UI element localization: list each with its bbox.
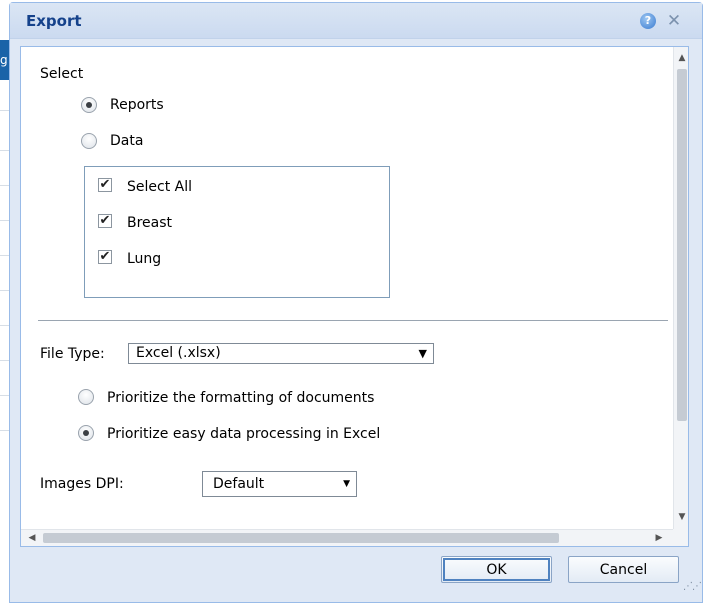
background-row-line	[0, 325, 9, 326]
background-row-line	[0, 360, 9, 361]
ok-button[interactable]: OK	[441, 556, 552, 583]
scrollbar-corner	[673, 529, 688, 546]
select-label: Select	[40, 66, 84, 82]
background-row-line	[0, 395, 9, 396]
background-row-line	[0, 150, 9, 151]
help-icon[interactable]: ?	[640, 13, 656, 29]
dialog-titlebar[interactable]: Export ? ✕	[10, 3, 702, 39]
chevron-down-icon: ▼	[418, 347, 427, 360]
file-type-label: File Type:	[40, 346, 105, 362]
cancel-button[interactable]: Cancel	[568, 556, 679, 583]
checkbox-lung[interactable]: ✔	[98, 250, 112, 264]
radio-reports-label[interactable]: Reports	[110, 97, 164, 113]
checkbox-select-all-label[interactable]: Select All	[127, 179, 192, 195]
radio-reports[interactable]	[81, 97, 97, 113]
scroll-up-icon[interactable]: ▲	[674, 50, 688, 66]
vertical-scrollbar[interactable]: ▲ ▼	[673, 47, 688, 529]
export-dialog: Export ? ✕ Select Reports Data ✔ Select …	[9, 2, 703, 603]
data-selection-list: ✔ Select All ✔ Breast ✔ Lung	[84, 166, 390, 298]
background-row-line	[0, 255, 9, 256]
radio-prioritize-formatting-label[interactable]: Prioritize the formatting of documents	[107, 390, 374, 406]
background-row-line	[0, 430, 9, 431]
background-row-line	[0, 110, 9, 111]
section-divider	[38, 320, 668, 321]
dialog-body: Select Reports Data ✔ Select All ✔ Breas…	[20, 46, 689, 547]
radio-prioritize-data-processing-label[interactable]: Prioritize easy data processing in Excel	[107, 426, 380, 442]
file-type-value: Excel (.xlsx)	[136, 345, 221, 361]
radio-prioritize-data-processing[interactable]	[78, 425, 94, 441]
checkbox-lung-label[interactable]: Lung	[127, 251, 161, 267]
images-dpi-select[interactable]: Default ▼	[202, 471, 357, 497]
scroll-right-icon[interactable]: ▶	[651, 530, 667, 546]
horizontal-scroll-thumb[interactable]	[43, 533, 559, 543]
dialog-title: Export	[26, 12, 82, 30]
background-row-line	[0, 185, 9, 186]
images-dpi-label: Images DPI:	[40, 476, 124, 492]
checkbox-breast[interactable]: ✔	[98, 214, 112, 228]
scroll-left-icon[interactable]: ◀	[24, 530, 40, 546]
resize-grip-icon[interactable]: ⋰⋰	[683, 582, 702, 601]
horizontal-scrollbar[interactable]: ◀ ▶	[21, 529, 673, 546]
images-dpi-value: Default	[213, 476, 265, 492]
scroll-down-icon[interactable]: ▼	[674, 509, 688, 525]
background-tab: g	[0, 40, 9, 80]
radio-data-label[interactable]: Data	[110, 133, 143, 149]
background-app: g	[0, 0, 9, 603]
chevron-down-icon: ▼	[343, 479, 350, 489]
radio-prioritize-formatting[interactable]	[78, 389, 94, 405]
checkbox-select-all[interactable]: ✔	[98, 178, 112, 192]
background-row-line	[0, 290, 9, 291]
checkbox-breast-label[interactable]: Breast	[127, 215, 172, 231]
radio-data[interactable]	[81, 133, 97, 149]
file-type-select[interactable]: Excel (.xlsx) ▼	[128, 343, 434, 364]
close-icon[interactable]: ✕	[666, 13, 682, 30]
vertical-scroll-thumb[interactable]	[677, 69, 687, 421]
background-row-line	[0, 220, 9, 221]
